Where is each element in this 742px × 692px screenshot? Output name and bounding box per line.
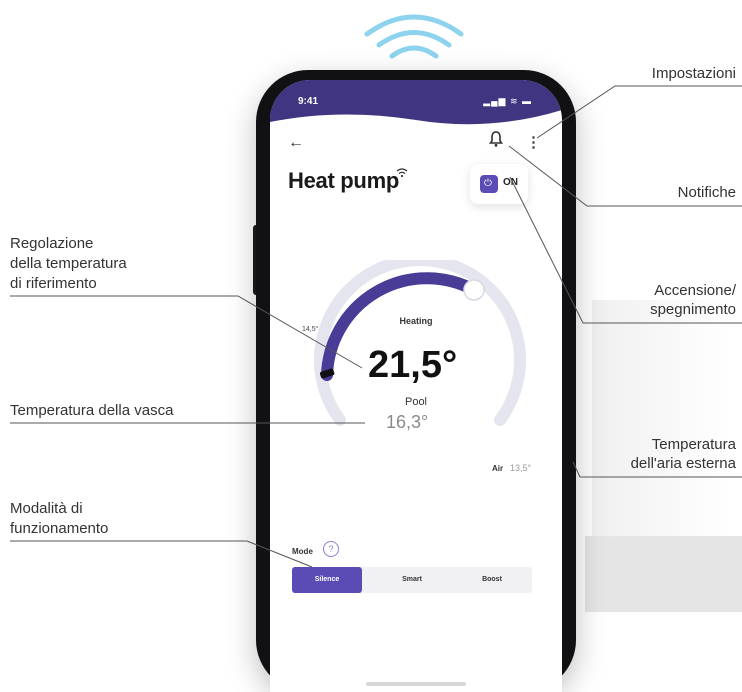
callout-temp-esterna-1: Temperatura: [651, 436, 736, 453]
callout-accensione-1: Accensione/: [654, 282, 736, 299]
callout-regolazione-2: della temperatura: [10, 255, 127, 272]
callout-temp-vasca: Temperatura della vasca: [10, 402, 174, 419]
callout-lines: [10, 85, 742, 568]
callout-modalita-2: funzionamento: [10, 520, 109, 537]
callout-impostazioni: Impostazioni: [651, 65, 736, 82]
callout-notifiche: Notifiche: [677, 184, 736, 201]
callout-regolazione-1: Regolazione: [10, 235, 94, 252]
callout-modalita-1: Modalità di: [10, 500, 83, 517]
callout-regolazione-3: di riferimento: [10, 275, 97, 292]
callout-accensione-2: spegnimento: [650, 301, 736, 318]
callout-temp-esterna-2: dell'aria esterna: [630, 455, 736, 472]
